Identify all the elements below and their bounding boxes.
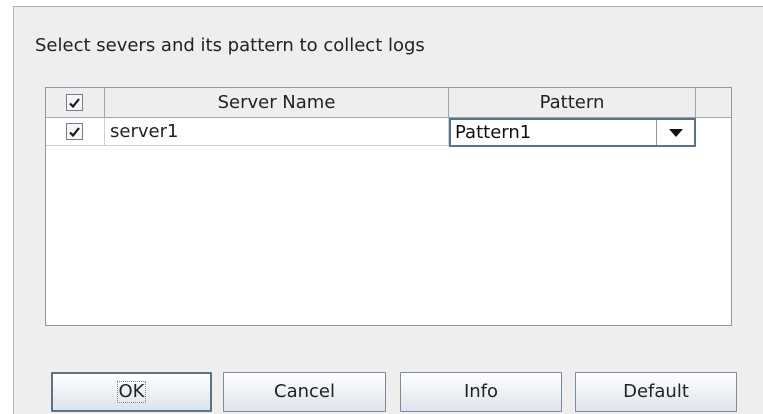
column-header-server-name[interactable]: Server Name (105, 88, 449, 117)
info-button[interactable]: Info (400, 372, 562, 412)
ok-button[interactable]: OK (51, 372, 212, 412)
column-header-pattern[interactable]: Pattern (449, 88, 696, 117)
row-checkbox[interactable] (66, 123, 83, 140)
server-name-text: server1 (110, 121, 179, 142)
select-all-checkbox[interactable] (66, 94, 83, 111)
server-table: Server Name Pattern server1 Pattern1 (45, 87, 732, 326)
instruction-label: Select severs and its pattern to collect… (35, 35, 425, 56)
pattern-dropdown[interactable]: Pattern1 (449, 118, 696, 147)
collect-logs-dialog: Select severs and its pattern to collect… (13, 6, 763, 414)
cancel-button[interactable]: Cancel (223, 372, 386, 412)
header-select-all-cell (46, 88, 105, 117)
checkmark-icon (69, 97, 80, 108)
server-name-cell[interactable]: server1 (105, 118, 449, 146)
default-button[interactable]: Default (575, 372, 737, 412)
checkmark-icon (69, 126, 80, 137)
triangle-down-icon (668, 128, 683, 137)
ok-button-label: OK (116, 381, 147, 403)
dropdown-arrow-button[interactable] (656, 120, 694, 145)
table-header: Server Name Pattern (46, 88, 731, 118)
pattern-selected-value: Pattern1 (455, 122, 532, 143)
row-select-cell (46, 118, 105, 146)
